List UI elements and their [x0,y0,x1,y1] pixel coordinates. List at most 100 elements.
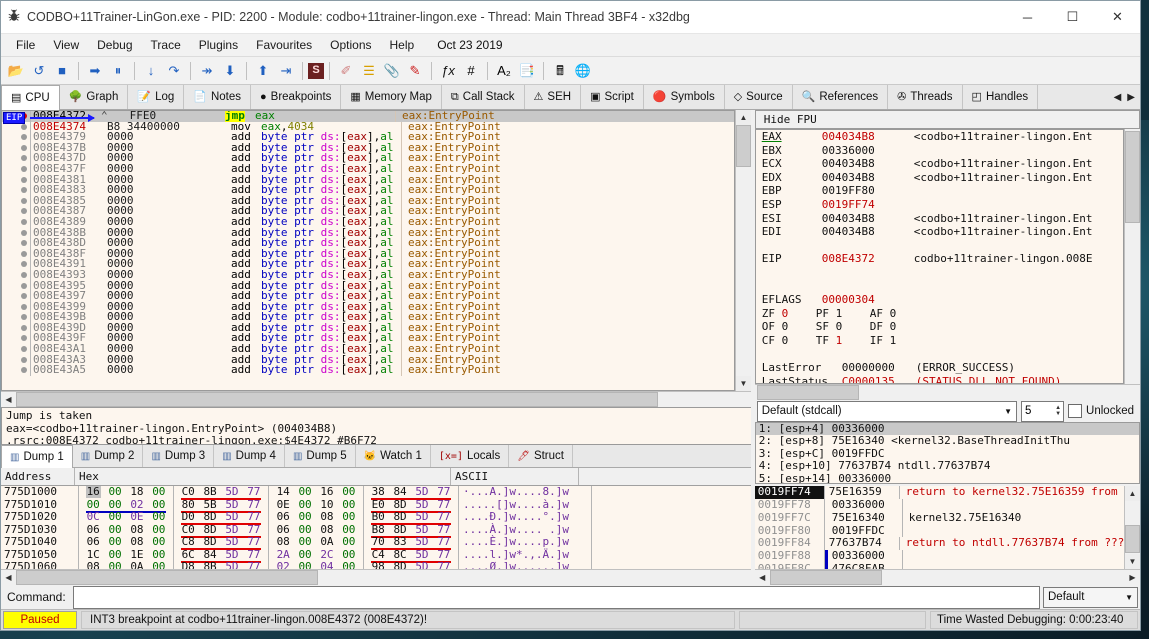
fold-gutter[interactable] [2,259,18,270]
hide-fpu-button[interactable]: Hide FPU [754,110,1140,129]
scroll-down-icon[interactable]: ▼ [1125,554,1140,569]
breakpoint-gutter[interactable] [18,291,30,302]
fold-gutter[interactable] [2,291,18,302]
breakpoint-gutter[interactable] [18,175,30,186]
arguments-view[interactable]: 1: [esp+4] 00336000 2: [esp+8] 75E16340 <… [754,422,1140,484]
argument-row[interactable]: 2: [esp+8] 75E16340 <kernel32.BaseThread… [756,434,1139,447]
flag-if[interactable]: IF 1 [870,334,924,348]
flag-of[interactable]: OF 0 [762,320,816,334]
register-value[interactable]: 004034B8 [822,130,914,144]
flag-row[interactable]: OF 0 SF 0 DF 0 [756,320,1123,334]
breakpoint-gutter[interactable] [18,270,30,281]
breakpoint-gutter[interactable] [18,143,30,154]
dump-tab-dump-5[interactable]: ▥ Dump 5 [285,445,356,468]
breakpoint-gutter[interactable] [18,185,30,196]
dump-tab-struct[interactable]: 🖊 Struct [509,445,573,468]
registers-hscrollbar[interactable] [754,384,1140,400]
flag-row[interactable]: CF 0 TF 1 IF 1 [756,334,1123,348]
register-row[interactable]: EBX 00336000 [756,144,1123,158]
checkbox-box[interactable] [1068,404,1083,418]
run-to-return-icon[interactable]: ⬆ [252,60,274,82]
fold-gutter[interactable] [2,344,18,355]
register-row[interactable]: EIP 008E4372 codbo+11trainer-lingon.008E [756,252,1123,266]
tab-source[interactable]: ◇ Source [724,85,793,109]
eflags-value[interactable]: 00000304 [822,293,914,307]
disassembly-vscrollbar[interactable]: ▲ ▼ [734,110,751,391]
stack-row[interactable]: 0019FF7C 75E16340 kernel32.75E16340 [755,511,1124,525]
flag-cf[interactable]: CF 0 [762,334,816,348]
fold-gutter[interactable] [2,302,18,313]
fold-gutter[interactable] [2,365,18,376]
fold-gutter[interactable] [2,206,18,217]
breakpoint-gutter[interactable] [18,206,30,217]
globe-icon[interactable]: 🌐 [572,60,594,82]
register-value[interactable]: 004034B8 [822,212,914,226]
dump-view[interactable]: 775D1000 16 00 18 00 C0 8B 5D 77 14 00 16 0… [1,486,780,569]
register-row[interactable]: EAX 004034B8 <codbo+11trainer-lingon.Ent [756,130,1123,144]
tab-seh[interactable]: ⚠ SEH [524,85,582,109]
dump-tab-dump-1[interactable]: ▥ Dump 1 [1,445,73,469]
scroll-down-icon[interactable]: ▼ [735,376,751,391]
command-mode-select[interactable]: Default ▼ [1043,586,1138,608]
tab-graph[interactable]: 🌳 Graph [59,85,129,109]
breakpoint-gutter[interactable] [18,153,30,164]
menu-item-view[interactable]: View [44,36,88,54]
disassembly-view[interactable]: EIP 008E4372 ⌃ FFE0 jmp eax eax:EntryPoint 008… [1,110,735,391]
breakpoint-gutter[interactable] [18,238,30,249]
run-icon[interactable]: ➡ [84,60,106,82]
fold-gutter[interactable] [2,217,18,228]
fold-gutter[interactable] [2,312,18,323]
scroll-left-icon[interactable]: ◀ [1,392,16,407]
patch-icon[interactable]: ✐ [335,60,357,82]
menu-item-trace[interactable]: Trace [142,36,190,54]
hash-icon[interactable]: # [460,60,482,82]
breakpoint-gutter[interactable] [18,355,30,366]
minimize-button[interactable]: ─ [1005,1,1050,33]
fold-gutter[interactable] [2,196,18,207]
register-value[interactable]: 004034B8 [822,225,914,239]
step-over-icon[interactable]: ↷ [163,60,185,82]
disassembly-hscrollbar[interactable]: ◀ ▶ [1,391,796,407]
stack-vscrollbar[interactable]: ▲ ▼ [1124,486,1140,569]
stack-hscrollbar[interactable]: ◀ ▶ [754,569,1140,585]
register-row[interactable]: EDI 004034B8 <codbo+11trainer-lingon.Ent [756,225,1123,239]
flag-zf[interactable]: ZF 0 [762,307,816,321]
dump-row[interactable]: 775D1060 08 00 0A 00 D8 8B 5D 77 02 00 04 0… [1,560,780,569]
flag-sf[interactable]: SF 0 [816,320,870,334]
scroll-right-icon[interactable]: ▶ [1125,570,1140,585]
breakpoint-gutter[interactable] [18,132,30,143]
spinner-arrows-icon[interactable]: ▲ ▼ [1055,405,1063,417]
menu-item-plugins[interactable]: Plugins [190,36,247,54]
fold-gutter[interactable] [2,333,18,344]
menu-item-favourites[interactable]: Favourites [247,36,321,54]
tab-call-stack[interactable]: ⧉ Call Stack [441,85,525,109]
menu-item-debug[interactable]: Debug [88,36,141,54]
fold-gutter[interactable] [2,175,18,186]
register-value[interactable]: 008E4372 [822,252,914,266]
fold-gutter[interactable] [2,249,18,260]
fold-gutter[interactable] [2,153,18,164]
register-row[interactable]: ESI 004034B8 <codbo+11trainer-lingon.Ent [756,212,1123,226]
disassembly-row[interactable]: 008E43A5 0000 add byte ptr ds:[eax],al eax:E… [2,364,734,376]
flag-row[interactable]: ZF 0 PF 1 AF 0 [756,307,1123,321]
close-button[interactable]: ✕ [1095,1,1140,33]
tab-scroll-controls[interactable]: ◀ ▶ [1108,85,1140,109]
comment-icon[interactable]: ✎ [404,60,426,82]
register-row[interactable]: EDX 004034B8 <codbo+11trainer-lingon.Ent [756,171,1123,185]
scroll-left-icon[interactable]: ◀ [1,570,16,585]
fold-gutter[interactable] [2,270,18,281]
breakpoint-gutter[interactable] [18,196,30,207]
breakpoint-gutter[interactable] [18,312,30,323]
registers-view[interactable]: EAX 004034B8 <codbo+11trainer-lingon.Ent EB… [754,129,1124,384]
dump-tab-locals[interactable]: [x=] Locals [431,445,510,468]
scylla-icon[interactable]: S [308,62,324,79]
tab-threads[interactable]: ✇ Threads [888,85,963,109]
fold-gutter[interactable] [2,164,18,175]
command-input[interactable] [72,585,1040,609]
unlocked-checkbox[interactable]: Unlocked [1068,404,1138,418]
dump-tab-dump-3[interactable]: ▥ Dump 3 [143,445,215,468]
tab-references[interactable]: 🔍 References [792,85,889,109]
calling-convention-select[interactable]: Default (stdcall) ▼ [756,400,1018,422]
tab-log[interactable]: 📝 Log [128,85,185,109]
step-out-icon[interactable]: ↠ [196,60,218,82]
